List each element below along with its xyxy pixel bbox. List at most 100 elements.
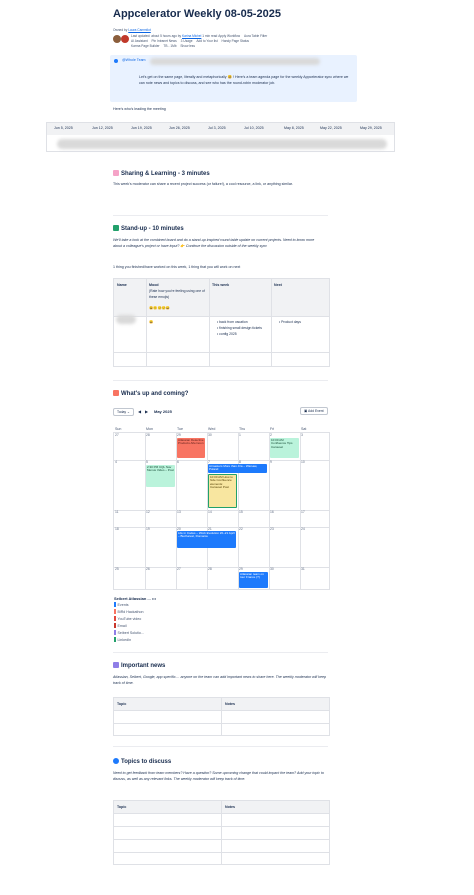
next-month-icon[interactable]: ▶ — [145, 409, 148, 414]
divider — [113, 380, 328, 381]
calendar-day-number[interactable]: 16 — [270, 510, 274, 514]
byline-apps-2: Karma Page Builder TB - 1Mb Show less — [131, 44, 198, 48]
legend-seibert[interactable]: Seibert Solutio... — [114, 630, 144, 635]
calendar-day-number[interactable]: 10 — [301, 460, 305, 464]
owner-avatar[interactable] — [113, 35, 121, 43]
calendar-day-number[interactable]: 30 — [208, 433, 212, 437]
updated-by-link[interactable]: Karina Michel — [182, 34, 201, 38]
event-atlassian-team-tour[interactable]: Atlassian team on tour France (?) — [239, 572, 268, 588]
legend-youtube[interactable]: YouTube video — [114, 616, 141, 621]
date-cell: May 8, 2025 — [284, 126, 304, 130]
calendar-day-number[interactable]: 28 — [208, 567, 212, 571]
legend-title: Seibert Atlassian ... ••• — [114, 596, 157, 601]
this-week-list: • back from vacation • finishing small d… — [217, 319, 269, 337]
calendar-day-number[interactable]: 1 — [239, 433, 241, 437]
event-atlassian-detective[interactable]: Atlassian Detective Products Afternoon — [177, 438, 205, 458]
event-confluence-tips[interactable]: 10:00 AM Confluence Tips Carousel — [270, 438, 299, 458]
calendar-day-number[interactable]: 31 — [301, 567, 305, 571]
legend-hackathon[interactable]: BiRd Hackathon — [114, 609, 143, 614]
byline-apps: AI Assistant Pin Intranet News 3 Usage A… — [131, 39, 252, 43]
calendar-day-number[interactable]: 9 — [270, 460, 272, 464]
calendar-icon — [113, 390, 119, 396]
legend-linkedin[interactable]: LinkedIn — [114, 637, 131, 642]
calendar-day-number[interactable]: 2 — [270, 433, 272, 437]
mood-hint: (Rate how you're feeling using one of th… — [149, 289, 205, 299]
list-item: • Product days — [279, 320, 301, 324]
calendar-day-number[interactable]: 23 — [270, 527, 274, 531]
add-to-list-button[interactable]: Add to Your list — [196, 39, 217, 43]
calendar-day-number[interactable]: 26 — [146, 567, 150, 571]
calendar-day-number[interactable]: 27 — [115, 433, 119, 437]
calendar-day-number[interactable]: 25 — [115, 567, 119, 571]
calendar-day-number[interactable]: 22 — [239, 527, 243, 531]
owner-link[interactable]: Laura Cammilot — [128, 28, 151, 32]
aura-table-filter-button[interactable]: Aura Table Filter — [244, 34, 267, 38]
event-life-in-codes[interactable]: Life in Codes – Work Evolution 20–21 Apr… — [177, 531, 236, 548]
calendar-day-number[interactable]: 30 — [270, 567, 274, 571]
calendar-day-number[interactable]: 17 — [301, 510, 305, 514]
news-table: Topic Notes — [113, 697, 330, 736]
calendar-day-number[interactable]: 19 — [146, 527, 150, 531]
calendar-day-number[interactable]: 5 — [146, 460, 148, 464]
calendar-day-number[interactable]: 3 — [301, 433, 303, 437]
page-status-button[interactable]: Handy Page Status — [222, 39, 249, 43]
calendar-day-number[interactable]: 13 — [177, 510, 181, 514]
info-panel: @Whole Team Let's get on the same page, … — [110, 55, 357, 102]
moderator-table: Jun 5, 2025 Jun 12, 2025 Jun 19, 2025 Ju… — [46, 122, 395, 152]
calendar-day-number[interactable]: 29 — [177, 433, 181, 437]
prev-month-icon[interactable]: ◀ — [138, 409, 141, 414]
newspaper-icon — [113, 662, 119, 668]
calendar-day-number[interactable]: 24 — [301, 527, 305, 531]
pin-news-button[interactable]: Pin Intranet News — [152, 39, 177, 43]
karma-page-builder-button[interactable]: Karma Page Builder — [131, 44, 160, 48]
event-cql-nav-menus[interactable]: 2:30 PM CQL Nav Menus Video – Post — [146, 465, 175, 487]
calendar-day-number[interactable]: 14 — [208, 510, 212, 514]
editor-avatar[interactable] — [121, 35, 129, 43]
upcoming-heading: What's up and coming? — [113, 390, 188, 397]
legend-email[interactable]: Email — [114, 623, 127, 628]
weekday-label: Thu — [239, 427, 246, 431]
owned-by-label: Owned by — [113, 28, 128, 32]
speech-icon — [113, 758, 119, 764]
team-mention[interactable]: @Whole Team — [122, 58, 146, 62]
calendar-day-number[interactable]: 29 — [239, 567, 243, 571]
standup-subtext: 1 thing you finished/have worked on this… — [113, 265, 241, 269]
divider — [113, 215, 328, 216]
add-event-button[interactable]: ▣ Add Event — [300, 407, 328, 415]
more-icon[interactable]: ••• — [152, 596, 156, 601]
topics-heading-text: Topics to discuss — [121, 759, 172, 765]
divider — [113, 746, 328, 747]
mood-value: 😀 — [149, 320, 154, 324]
date-cell: Jul 10, 2025 — [244, 126, 264, 130]
brain-icon — [113, 170, 119, 176]
news-heading-text: Important news — [121, 663, 166, 669]
calendar-day-number[interactable]: 18 — [115, 527, 119, 531]
legend-events[interactable]: Events — [114, 602, 129, 607]
calendar-day-number[interactable]: 6 — [177, 460, 179, 464]
calendar-day-number[interactable]: 28 — [146, 433, 150, 437]
calendar-day-number[interactable]: 12 — [146, 510, 150, 514]
calendar-day-number[interactable]: 15 — [239, 510, 243, 514]
calendar-day-number[interactable]: 4 — [115, 460, 117, 464]
next-list: • Product days — [279, 319, 301, 325]
apply-workflow-button[interactable]: Apply Workflow — [218, 34, 240, 38]
ai-assistant-button[interactable]: AI Assistant — [131, 39, 148, 43]
event-atmasters[interactable]: Atmasters More than Jira – Warsaw, Polan… — [208, 464, 267, 473]
calendar-day-number[interactable]: 27 — [177, 567, 181, 571]
show-less-button[interactable]: Show less — [180, 44, 195, 48]
today-button[interactable]: Today ⌄ — [113, 408, 134, 416]
last-updated-label: Last updated: about 5 hours ago by — [131, 34, 182, 38]
news-text: Atlassian, Seibert, Google, app specific… — [113, 675, 326, 685]
weekday-label: Mon — [146, 427, 153, 431]
topics-heading: Topics to discuss — [113, 758, 171, 765]
calendar-day-number[interactable]: 11 — [115, 510, 119, 514]
usage-button[interactable]: 3 Usage — [181, 39, 193, 43]
event-hide-confluence-elements[interactable]: 10:00 AM How to hide Confluence elements… — [208, 474, 237, 508]
leading-intro: Here's who's leading the meeting — [113, 107, 166, 111]
page-title: Appcelerator Weekly 08-05-2025 — [113, 8, 281, 20]
topics-text: Need to get feedback from team members? … — [113, 771, 325, 781]
date-cell: Jun 19, 2025 — [131, 126, 152, 130]
date-cell: Jun 12, 2025 — [92, 126, 113, 130]
byline-updated: Last updated: about 5 hours ago by Karin… — [131, 34, 270, 38]
standup-table: Name Mood (Rate how you're feeling using… — [113, 278, 330, 367]
